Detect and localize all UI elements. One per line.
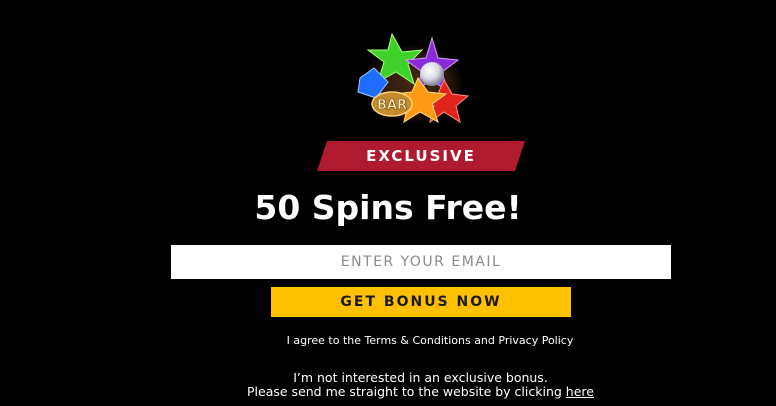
decline-line-1: I’m not interested in an exclusive bonus… xyxy=(293,370,548,385)
pearl-icon xyxy=(420,62,444,86)
email-field[interactable] xyxy=(171,245,671,279)
get-bonus-button[interactable]: GET BONUS NOW xyxy=(271,287,571,317)
skip-to-website-link[interactable]: here xyxy=(566,384,594,399)
decline-line-2: Please send me straight to the website b… xyxy=(0,385,776,399)
badge-label: EXCLUSIVE xyxy=(366,147,476,165)
page-title: 50 Spins Free! xyxy=(254,188,522,227)
exclusive-badge: EXCLUSIVE xyxy=(317,141,525,171)
bar-coin-label: BAR xyxy=(377,98,407,113)
decline-message: I’m not interested in an exclusive bonus… xyxy=(0,371,776,399)
gems-artwork: BAR xyxy=(357,32,470,124)
starburst-gems-logo-icon: BAR xyxy=(348,28,474,126)
decline-line-2-text: Please send me straight to the website b… xyxy=(247,384,566,399)
bonus-popup: BAR EXCLUSIVE 50 Spins Free! GET BONUS N… xyxy=(0,0,776,406)
consent-text: I agree to the Terms & Conditions and Pr… xyxy=(286,334,574,347)
